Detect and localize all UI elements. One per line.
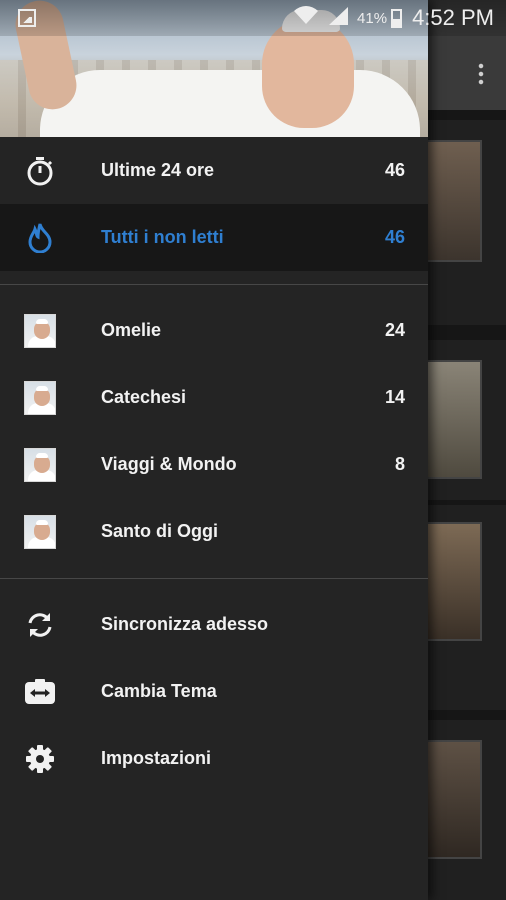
gear-icon <box>24 743 56 775</box>
wifi-icon <box>293 5 319 31</box>
navigation-drawer: Ultime 24 ore 46 Tutti i non letti 46 Om… <box>0 0 428 900</box>
drawer-item-santo-di-oggi[interactable]: Santo di Oggi <box>0 498 428 565</box>
background-article-thumbnail <box>422 360 482 479</box>
drawer-menu: Ultime 24 ore 46 Tutti i non letti 46 Om… <box>0 137 428 792</box>
unread-count: 14 <box>384 387 405 407</box>
status-bar: 41% 4:52 PM <box>0 0 506 36</box>
unread-count: 46 <box>384 160 405 180</box>
pope-thumbnail-icon <box>24 380 56 415</box>
drawer-item-settings[interactable]: Impostazioni <box>0 725 428 792</box>
sync-icon <box>24 609 56 641</box>
drawer-item-last-24-hours[interactable]: Ultime 24 ore 46 <box>0 137 428 204</box>
drawer-item-omelie[interactable]: Omelie 24 <box>0 297 428 364</box>
drawer-item-all-unread[interactable]: Tutti i non letti 46 <box>0 204 428 271</box>
background-article-thumbnail <box>422 740 482 859</box>
drawer-item-viaggi-mondo[interactable]: Viaggi & Mondo 8 <box>0 431 428 498</box>
drawer-item-change-theme[interactable]: Cambia Tema <box>0 658 428 725</box>
drawer-item-catechesi[interactable]: Catechesi 14 <box>0 364 428 431</box>
drawer-item-label: Santo di Oggi <box>101 521 218 541</box>
drawer-item-label: Cambia Tema <box>101 681 217 701</box>
drawer-item-label: Ultime 24 ore <box>101 160 215 180</box>
background-article-thumbnail <box>422 522 482 641</box>
drawer-item-label: Impostazioni <box>101 748 212 768</box>
drawer-item-label: Viaggi & Mondo <box>101 454 237 474</box>
pope-thumbnail-icon <box>24 313 56 348</box>
overflow-menu-icon[interactable] <box>478 62 484 86</box>
drawer-item-label: Tutti i non letti <box>101 227 224 247</box>
pope-thumbnail-icon <box>24 514 56 549</box>
gallery-notification-icon <box>18 9 36 27</box>
stopwatch-icon <box>24 155 56 187</box>
battery-icon <box>391 8 403 28</box>
theme-switch-icon <box>24 676 56 708</box>
unread-count: 24 <box>384 320 405 340</box>
battery-percentage: 41% <box>357 9 388 27</box>
unread-count: 8 <box>394 454 405 474</box>
unread-count: 46 <box>384 227 405 247</box>
drawer-item-label: Catechesi <box>101 387 187 407</box>
clock: 4:52 PM <box>412 5 494 30</box>
drawer-item-label: Sincronizza adesso <box>101 614 269 634</box>
drawer-item-label: Omelie <box>101 320 162 340</box>
background-article-thumbnail <box>422 140 482 262</box>
drawer-item-sync-now[interactable]: Sincronizza adesso <box>0 591 428 658</box>
flame-icon <box>24 222 56 254</box>
signal-icon <box>327 6 349 31</box>
pope-thumbnail-icon <box>24 447 56 482</box>
